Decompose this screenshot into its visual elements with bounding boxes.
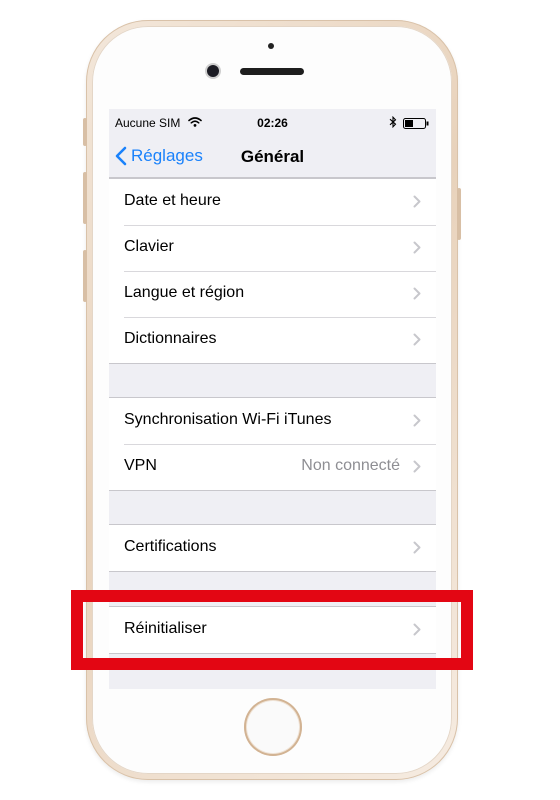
home-button[interactable] [244,698,302,756]
row-label: Dictionnaires [124,330,217,347]
battery-icon [403,118,429,129]
page-title: Général [240,147,305,166]
chevron-right-icon [413,241,421,254]
earpiece-speaker [240,68,304,75]
row-vpn[interactable]: VPN Non connecté [109,444,436,490]
proximity-sensor [268,43,274,49]
highlight-box [71,590,473,670]
row-sync-wifi-itunes[interactable]: Synchronisation Wi-Fi iTunes [109,398,436,444]
volume-up-button [83,172,87,224]
vpn-status-value: Non connecté [301,457,400,474]
row-clavier[interactable]: Clavier [109,225,436,271]
row-label: VPN [124,457,157,474]
chevron-right-icon [413,541,421,554]
power-button [457,188,461,240]
row-label: Certifications [124,538,217,555]
chevron-right-icon [413,195,421,208]
row-label: Clavier [124,238,174,255]
settings-group-network: Synchronisation Wi-Fi iTunes VPN Non con… [109,397,436,491]
settings-group-certifications: Certifications [109,524,436,572]
status-time: 02:26 [257,116,288,130]
row-label: Langue et région [124,284,245,301]
volume-down-button [83,250,87,302]
settings-group-general: Date et heure Clavier Langue et région D… [109,178,436,364]
chevron-right-icon [413,460,421,473]
navigation-bar: Réglages Général [109,135,436,178]
row-label: Synchronisation Wi-Fi iTunes [124,411,332,428]
chevron-right-icon [413,333,421,346]
row-date-heure[interactable]: Date et heure [109,179,436,225]
front-camera [207,65,219,77]
bluetooth-icon [389,116,397,128]
chevron-right-icon [413,287,421,300]
mute-switch [83,118,87,146]
row-dictionnaires[interactable]: Dictionnaires [109,317,436,363]
chevron-right-icon [413,414,421,427]
row-certifications[interactable]: Certifications [109,525,436,571]
status-bar: Aucune SIM 02:26 [109,109,436,135]
row-label: Date et heure [124,192,221,209]
row-langue-region[interactable]: Langue et région [109,271,436,317]
